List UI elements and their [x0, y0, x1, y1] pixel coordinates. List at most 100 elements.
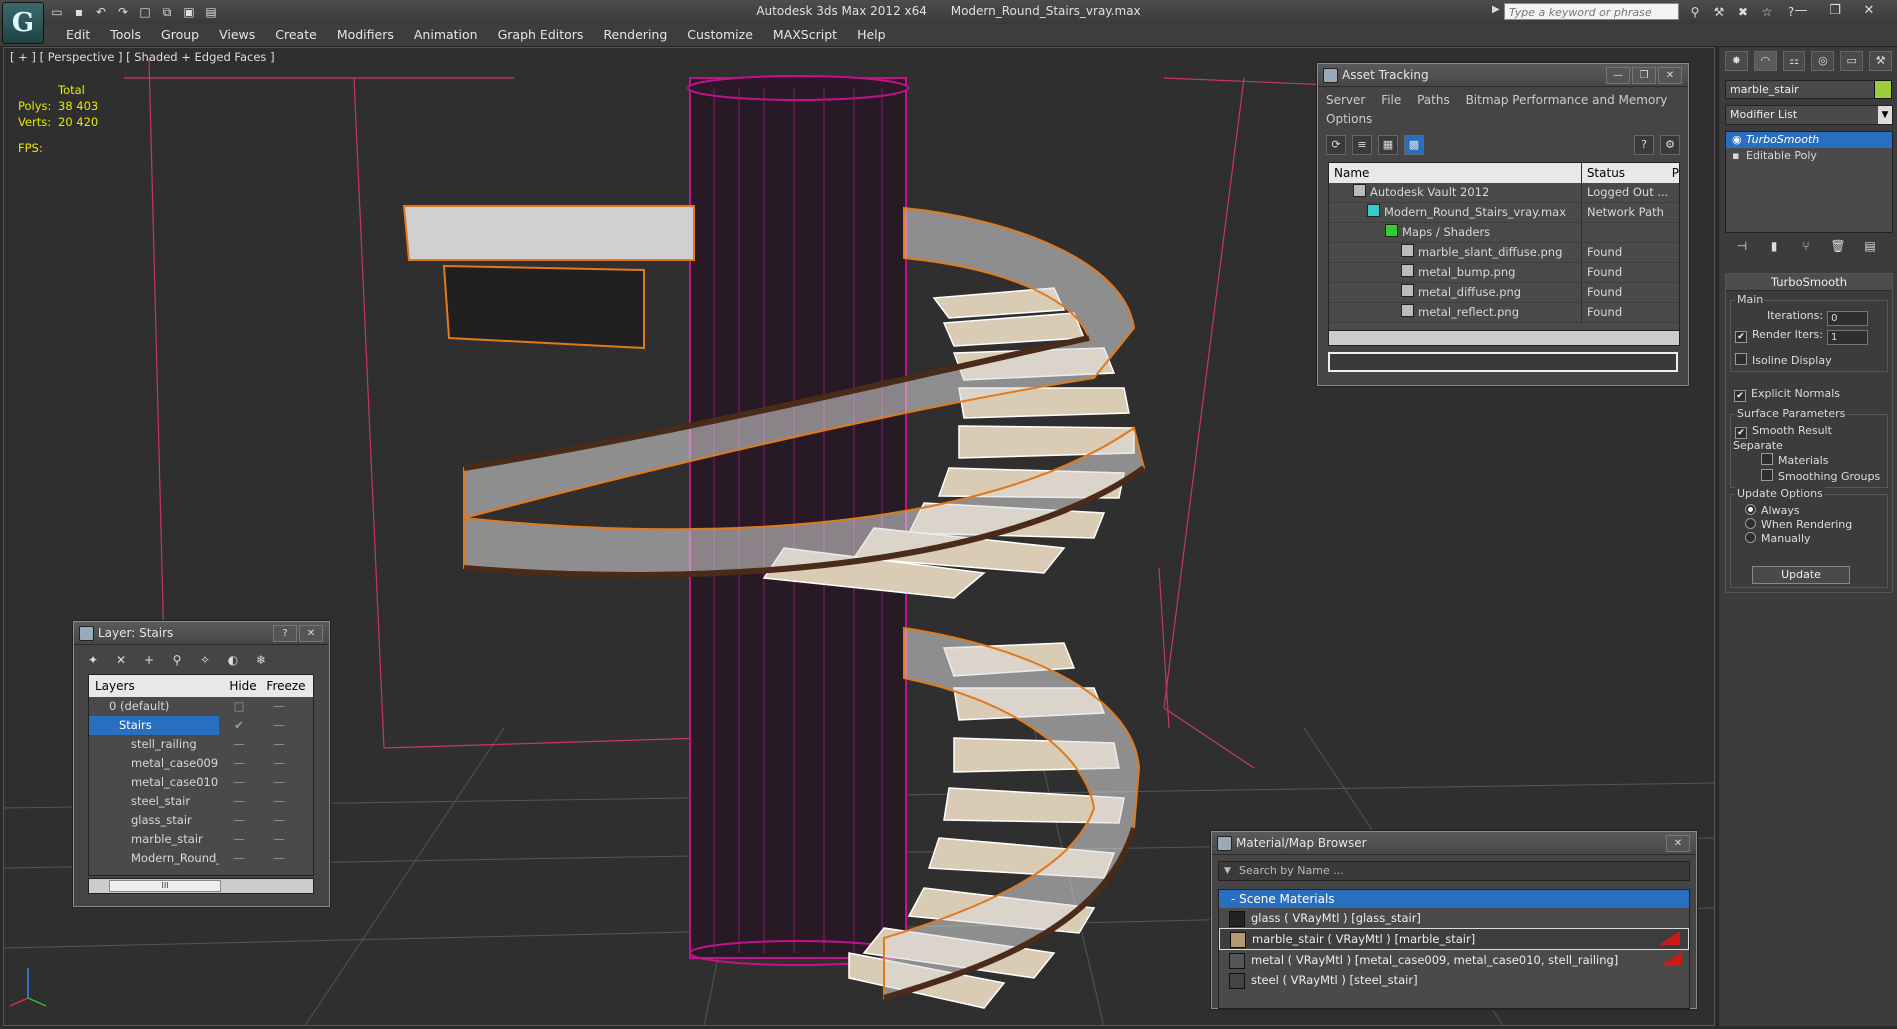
freeze-toggle-icon[interactable]: —: [259, 811, 299, 830]
table-row[interactable]: metal_bump.png Found: [1329, 263, 1679, 283]
radio-icon[interactable]: [1745, 532, 1756, 543]
material-search-input[interactable]: ▼ Search by Name ...: [1218, 861, 1690, 881]
column-freeze[interactable]: Freeze: [263, 675, 309, 697]
hide-toggle-icon[interactable]: —: [219, 773, 259, 792]
freeze-toggle-icon[interactable]: —: [259, 754, 299, 773]
create-layer-icon[interactable]: ✦: [84, 651, 102, 669]
tools-icon[interactable]: ⚒: [1710, 3, 1728, 21]
help-icon[interactable]: ?: [273, 625, 297, 642]
display-tab-icon[interactable]: ▭: [1840, 51, 1864, 71]
scene-materials-group[interactable]: - Scene Materials: [1219, 890, 1689, 908]
checkbox-icon[interactable]: ✔: [1734, 390, 1746, 402]
checkbox-icon[interactable]: [1761, 469, 1773, 481]
column-layers[interactable]: Layers: [89, 675, 223, 697]
hierarchy-tab-icon[interactable]: ⚏: [1782, 51, 1806, 71]
list-item[interactable]: Modern_Round_ — —: [89, 849, 313, 868]
hide-all-icon[interactable]: ◐: [224, 651, 242, 669]
asset-path-input[interactable]: [1328, 352, 1678, 372]
hide-toggle-icon[interactable]: □: [219, 697, 259, 716]
pin-stack-icon[interactable]: ⊣: [1733, 237, 1751, 255]
radio-icon[interactable]: [1745, 504, 1756, 515]
menu-rendering[interactable]: Rendering: [593, 27, 677, 43]
list-item[interactable]: metal_case009 — —: [89, 754, 313, 773]
highlight-layer-icon[interactable]: ✧: [196, 651, 214, 669]
menu-edit[interactable]: Edit: [56, 27, 100, 43]
utilities-tab-icon[interactable]: ⚒: [1869, 51, 1892, 71]
table-row[interactable]: metal_diffuse.png Found: [1329, 283, 1679, 303]
search-input[interactable]: Type a keyword or phrase: [1504, 3, 1679, 20]
create-tab-icon[interactable]: ✸: [1725, 51, 1748, 71]
remove-modifier-icon[interactable]: 🗑: [1829, 237, 1847, 255]
asset-menu-server[interactable]: Server: [1326, 93, 1365, 107]
configure-sets-icon[interactable]: ▤: [1861, 237, 1879, 255]
binoculars-icon[interactable]: ⚲: [1686, 3, 1704, 21]
checkbox-icon[interactable]: ✔: [1735, 427, 1747, 439]
column-status[interactable]: Status: [1582, 163, 1669, 183]
asset-menu-bitmap-performance[interactable]: Bitmap Performance and Memory: [1466, 93, 1668, 107]
column-extra[interactable]: P: [1669, 163, 1679, 183]
vault-settings-icon[interactable]: ⚙: [1660, 135, 1680, 155]
save-icon[interactable]: ▪: [70, 3, 88, 21]
select-objects-icon[interactable]: ⚲: [168, 651, 186, 669]
grid-view-icon[interactable]: ▩: [1404, 135, 1424, 155]
column-name[interactable]: Name: [1329, 163, 1582, 183]
redo-icon[interactable]: ↷: [114, 3, 132, 21]
list-item[interactable]: marble_stair — —: [89, 830, 313, 849]
make-unique-icon[interactable]: ⑂: [1797, 237, 1815, 255]
freeze-toggle-icon[interactable]: —: [259, 716, 299, 735]
hide-toggle-icon[interactable]: —: [219, 830, 259, 849]
list-item[interactable]: glass_stair — —: [89, 811, 313, 830]
current-layer-check-icon[interactable]: ✔: [219, 716, 259, 735]
table-row[interactable]: Modern_Round_Stairs_vray.max Network Pat…: [1329, 203, 1679, 223]
modify-tab-icon[interactable]: ◠: [1753, 51, 1777, 71]
list-item[interactable]: stell_railing — —: [89, 735, 313, 754]
minimize-icon[interactable]: —: [1606, 67, 1630, 84]
render-frame-icon[interactable]: ▤: [202, 3, 220, 21]
hide-toggle-icon[interactable]: —: [219, 811, 259, 830]
list-item[interactable]: steel_stair — —: [89, 792, 313, 811]
freeze-toggle-icon[interactable]: —: [259, 773, 299, 792]
motion-tab-icon[interactable]: ◎: [1811, 51, 1835, 71]
hide-toggle-icon[interactable]: —: [219, 849, 259, 868]
list-item[interactable]: steel ( VRayMtl ) [steel_stair]: [1219, 970, 1689, 990]
asset-menu-paths[interactable]: Paths: [1417, 93, 1450, 107]
lightbulb-icon[interactable]: ◉: [1732, 132, 1742, 148]
table-row[interactable]: marble_slant_diffuse.png Found: [1329, 243, 1679, 263]
table-row[interactable]: Maps / Shaders: [1329, 223, 1679, 243]
close-icon[interactable]: ✕: [299, 625, 323, 642]
list-item[interactable]: metal_case010 — —: [89, 773, 313, 792]
undo-icon[interactable]: ↶: [92, 3, 110, 21]
list-item[interactable]: Stairs ✔ —: [89, 716, 313, 735]
dropdown-arrow-icon[interactable]: ▼: [1224, 862, 1231, 880]
freeze-toggle-icon[interactable]: —: [259, 792, 299, 811]
list-item[interactable]: glass ( VRayMtl ) [glass_stair]: [1219, 908, 1689, 928]
menu-group[interactable]: Group: [151, 27, 209, 43]
radio-icon[interactable]: [1745, 518, 1756, 529]
freeze-toggle-icon[interactable]: —: [259, 735, 299, 754]
asset-horizontal-scrollbar[interactable]: [1328, 330, 1680, 346]
scroll-thumb[interactable]: III: [109, 880, 221, 892]
hide-toggle-icon[interactable]: —: [219, 735, 259, 754]
asset-tracking-title-bar[interactable]: Asset Tracking — ❐ ✕: [1318, 64, 1688, 87]
freeze-toggle-icon[interactable]: —: [259, 697, 299, 716]
fetch-icon[interactable]: ⧉: [158, 3, 176, 21]
add-icon[interactable]: +: [140, 651, 158, 669]
column-hide[interactable]: Hide: [223, 675, 263, 697]
asset-menu-file[interactable]: File: [1381, 93, 1401, 107]
chevron-down-icon[interactable]: ▼: [1878, 106, 1892, 124]
show-end-result-icon[interactable]: ▮: [1765, 237, 1783, 255]
expand-icon[interactable]: ▪: [1732, 148, 1739, 164]
list-item[interactable]: marble_stair ( VRayMtl ) [marble_stair]: [1219, 928, 1689, 950]
stack-item-editable-poly[interactable]: ▪ Editable Poly: [1726, 148, 1892, 164]
rollout-title[interactable]: TurboSmooth: [1726, 274, 1892, 291]
menu-graph-editors[interactable]: Graph Editors: [488, 27, 594, 43]
menu-create[interactable]: Create: [265, 27, 327, 43]
connect-icon[interactable]: ✖: [1734, 3, 1752, 21]
object-name-field[interactable]: marble_stair: [1725, 80, 1877, 99]
maximize-icon[interactable]: ❐: [1820, 2, 1850, 20]
table-row[interactable]: metal_reflect.png Found: [1329, 303, 1679, 323]
table-view-icon[interactable]: ▦: [1378, 135, 1398, 155]
menu-animation[interactable]: Animation: [404, 27, 488, 43]
iterations-spinner[interactable]: 0: [1827, 311, 1869, 326]
hide-toggle-icon[interactable]: —: [219, 754, 259, 773]
